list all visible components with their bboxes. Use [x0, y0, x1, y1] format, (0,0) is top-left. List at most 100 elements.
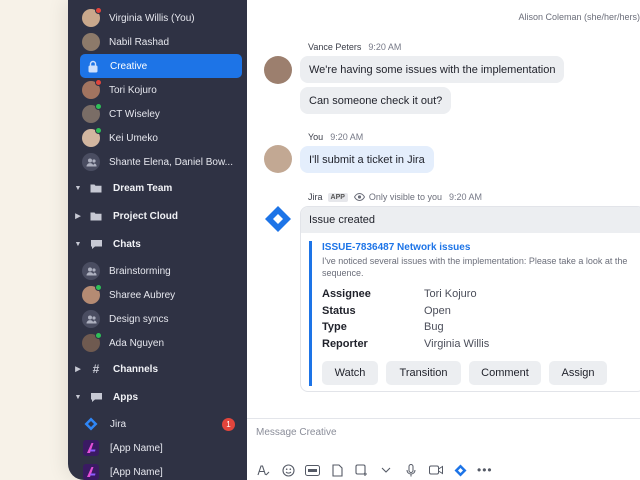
status-dot — [95, 127, 102, 134]
message-meta: Vance Peters 9:20 AM — [308, 42, 401, 52]
file-icon[interactable] — [329, 463, 346, 477]
sidebar-item-label: Nabil Rashad — [109, 36, 170, 48]
more-icon[interactable]: ••• — [476, 463, 493, 477]
sender-name: Jira — [308, 192, 323, 202]
format-text-icon[interactable] — [255, 463, 272, 477]
sidebar-item-label: Sharee Aubrey — [109, 289, 176, 301]
gif-icon[interactable] — [304, 463, 321, 477]
section-label: Project Cloud — [113, 210, 179, 222]
sidebar-item-design-syncs[interactable]: Design syncs — [68, 307, 247, 331]
sidebar-item-label: [App Name] — [110, 466, 163, 478]
jira-issue-card: Issue created ISSUE-7836487 Network issu… — [300, 206, 640, 392]
sidebar-item-virginia-willis[interactable]: Virginia Willis (You) — [68, 6, 247, 30]
microphone-icon[interactable] — [403, 463, 420, 477]
field-type: Type Bug — [322, 321, 444, 333]
sender-name: Vance Peters — [308, 42, 362, 52]
section-dream-team[interactable]: ▼ Dream Team — [68, 177, 247, 199]
field-key: Reporter — [322, 338, 368, 350]
sender-name: You — [308, 132, 324, 142]
sidebar-item-label: Brainstorming — [109, 265, 171, 277]
video-icon[interactable] — [427, 463, 444, 477]
section-channels[interactable]: ▶ # Channels — [68, 358, 247, 380]
avatar — [82, 79, 102, 99]
status-dot — [95, 79, 102, 86]
sidebar-item-kei-umeko[interactable]: Kei Umeko — [68, 126, 247, 150]
section-label: Apps — [113, 391, 138, 403]
avatar — [82, 7, 102, 27]
sidebar-item-nabil-rashad[interactable]: Nabil Rashad — [68, 30, 247, 54]
visibility-note: Only visible to you — [368, 192, 442, 202]
transition-button[interactable]: Transition — [386, 361, 461, 385]
message-time: 9:20 AM — [330, 132, 364, 142]
field-reporter: Reporter Virginia Willis — [322, 338, 489, 350]
field-key: Assignee — [322, 288, 371, 300]
folder-icon — [88, 209, 104, 223]
more-options-caret-icon[interactable] — [378, 463, 395, 477]
caret-down-icon: ▼ — [74, 393, 82, 401]
app-icon — [83, 440, 99, 456]
screenshot-icon[interactable] — [353, 463, 370, 477]
caret-down-icon: ▼ — [74, 240, 82, 248]
jira-icon[interactable] — [452, 463, 469, 477]
jira-icon — [264, 205, 292, 233]
section-project-cloud[interactable]: ▶ Project Cloud — [68, 205, 247, 227]
sidebar-item-creative[interactable]: Creative — [80, 54, 242, 78]
comment-button[interactable]: Comment — [469, 361, 541, 385]
avatar — [264, 145, 292, 173]
sidebar-item-sharee-aubrey[interactable]: Sharee Aubrey — [68, 283, 247, 307]
sidebar-item-brainstorming[interactable]: Brainstorming — [68, 259, 247, 283]
sidebar-item-tori-kojuro[interactable]: Tori Kojuro — [68, 78, 247, 102]
sidebar-item-app-1[interactable]: [App Name] — [68, 436, 247, 460]
section-chats[interactable]: ▼ Chats — [68, 233, 247, 255]
assign-button[interactable]: Assign — [549, 361, 607, 385]
folder-icon — [88, 181, 104, 195]
status-dot — [95, 7, 102, 14]
avatar — [82, 284, 102, 304]
issue-details: ISSUE-7836487 Network issues I've notice… — [309, 241, 640, 386]
section-label: Channels — [113, 363, 159, 375]
composer-toolbar: ••• — [255, 463, 501, 477]
sidebar-item-shante-elena-group[interactable]: Shante Elena, Daniel Bow... — [68, 150, 247, 174]
message-bubble: We're having some issues with the implem… — [300, 56, 565, 83]
sidebar-item-label: Shante Elena, Daniel Bow... — [109, 156, 233, 168]
avatar — [82, 33, 100, 51]
chat-panel: Alison Coleman (she/her/hers) Vance Pete… — [247, 0, 640, 480]
field-key: Status — [322, 305, 356, 317]
field-key: Type — [322, 321, 347, 333]
sidebar-item-app-2[interactable]: [App Name] — [68, 460, 247, 480]
group-icon — [82, 153, 100, 171]
message-meta: Jira APP Only visible to you 9:20 AM — [308, 192, 482, 202]
message-time: 9:20 AM — [368, 42, 402, 52]
eye-icon — [353, 193, 365, 201]
issue-link[interactable]: ISSUE-7836487 Network issues — [322, 242, 640, 253]
watch-button[interactable]: Watch — [322, 361, 378, 385]
caret-down-icon: ▼ — [74, 184, 82, 192]
sidebar-item-label: Design syncs — [109, 313, 169, 325]
message-bubble: Can someone check it out? — [300, 87, 452, 114]
sidebar-item-jira[interactable]: Jira 1 — [68, 412, 247, 436]
hash-icon: # — [92, 362, 100, 376]
status-dot — [95, 103, 102, 110]
issue-description: I've noticed several issues with the imp… — [322, 256, 628, 278]
caret-right-icon: ▶ — [75, 366, 81, 373]
sidebar-item-label: CT Wiseley — [109, 108, 160, 120]
section-label: Dream Team — [113, 182, 173, 194]
status-dot — [95, 284, 102, 291]
message-input[interactable]: Message Creative — [256, 427, 337, 438]
emoji-icon[interactable] — [280, 463, 297, 477]
field-value: Virginia Willis — [424, 338, 490, 350]
message-composer: Message Creative ••• — [247, 418, 640, 480]
sidebar-item-label: [App Name] — [110, 442, 163, 454]
avatar — [82, 332, 102, 352]
section-apps[interactable]: ▼ Apps — [68, 386, 247, 408]
sidebar-item-label: Kei Umeko — [109, 132, 158, 144]
group-icon — [82, 262, 100, 280]
caret-right-icon: ▶ — [75, 213, 81, 220]
sidebar-item-ct-wiseley[interactable]: CT Wiseley — [68, 102, 247, 126]
group-icon — [82, 310, 100, 328]
sidebar: Virginia Willis (You) Nabil Rashad Creat… — [68, 0, 247, 480]
app-icon — [83, 464, 99, 480]
sidebar-item-label: Creative — [110, 60, 148, 72]
sidebar-item-ada-nguyen[interactable]: Ada Nguyen — [68, 331, 247, 355]
jira-icon — [83, 416, 99, 432]
